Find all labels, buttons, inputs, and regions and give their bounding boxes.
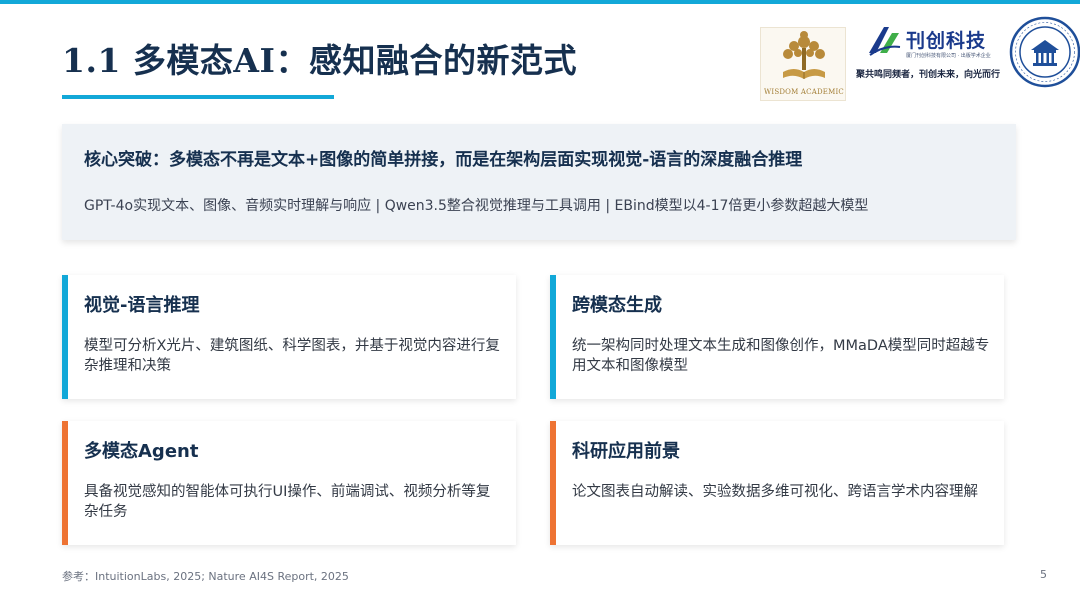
wisdom-academic-logo: WISDOM ACADEMIC xyxy=(760,27,846,101)
kanchuang-slogan: 聚共鸣同频者，刊创未来，向光而行 xyxy=(856,70,1001,80)
card-research-prospects: 科研应用前景 论文图表自动解读、实验数据多维可视化、跨语言学术内容理解 xyxy=(550,421,1004,545)
card-vision-language-reasoning: 视觉-语言推理 模型可分析X光片、建筑图纸、科学图表，并基于视觉内容进行复杂推理… xyxy=(62,275,516,399)
card-body: 模型可分析X光片、建筑图纸、科学图表，并基于视觉内容进行复杂推理和决策 xyxy=(84,338,500,374)
top-accent-bar xyxy=(0,0,1080,4)
reference-footer: 参考：IntuitionLabs, 2025; Nature AI4S Repo… xyxy=(62,570,349,583)
slide-title: 1.1 多模态AI：感知融合的新范式 xyxy=(62,41,577,80)
page-number: 5 xyxy=(1040,568,1047,581)
core-breakthrough-heading: 核心突破：多模态不再是文本+图像的简单拼接，而是在架构层面实现视觉-语言的深度融… xyxy=(84,150,803,170)
kanchuang-mark-icon xyxy=(869,27,901,56)
card-title: 多模态Agent xyxy=(84,441,199,462)
card-body: 具备视觉感知的智能体可执行UI操作、前端调试、视频分析等复杂任务 xyxy=(84,484,491,520)
card-accent-bar xyxy=(550,275,556,399)
card-accent-bar xyxy=(62,275,68,399)
card-accent-bar xyxy=(550,421,556,545)
seal-icon xyxy=(1009,16,1080,88)
card-cross-modal-generation: 跨模态生成 统一架构同时处理文本生成和图像创作，MMaDA模型同时超越专用文本和… xyxy=(550,275,1004,399)
tree-book-icon xyxy=(783,31,825,79)
card-body: 统一架构同时处理文本生成和图像创作，MMaDA模型同时超越专用文本和图像模型 xyxy=(572,338,990,374)
card-body: 论文图表自动解读、实验数据多维可视化、跨语言学术内容理解 xyxy=(572,484,978,500)
card-multimodal-agent: 多模态Agent 具备视觉感知的智能体可执行UI操作、前端调试、视频分析等复杂任… xyxy=(62,421,516,545)
card-title: 科研应用前景 xyxy=(572,441,680,462)
core-breakthrough-detail: GPT-4o实现文本、图像、音频实时理解与响应 | Qwen3.5整合视觉推理与… xyxy=(84,198,869,214)
core-breakthrough-box: 核心突破：多模态不再是文本+图像的简单拼接，而是在架构层面实现视觉-语言的深度融… xyxy=(62,124,1016,240)
card-accent-bar xyxy=(62,421,68,545)
title-underline xyxy=(62,95,334,99)
kanchuang-brand: 刊创科技 xyxy=(906,30,987,52)
institution-seal-logo xyxy=(1007,16,1080,88)
card-title: 视觉-语言推理 xyxy=(84,295,200,316)
wisdom-academic-text: WISDOM ACADEMIC xyxy=(764,88,844,96)
kanchuang-logo: 刊创科技 厦门刊创科技有限公司 · 出版学术企业 聚共鸣同频者，刊创未来，向光而… xyxy=(850,20,1005,92)
card-title: 跨模态生成 xyxy=(572,295,662,316)
kanchuang-subtitle: 厦门刊创科技有限公司 · 出版学术企业 xyxy=(906,53,991,59)
